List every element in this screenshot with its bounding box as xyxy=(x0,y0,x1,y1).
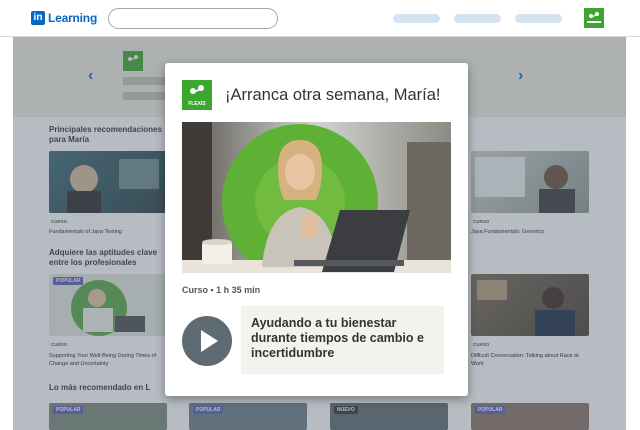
logo-wordmark: Learning xyxy=(48,11,98,25)
linkedin-in-icon: in xyxy=(31,11,45,25)
top-navigation-bar: in Learning xyxy=(0,0,640,37)
flexis-logo-icon[interactable] xyxy=(584,8,604,28)
nav-item-3[interactable] xyxy=(515,14,562,23)
course-meta: Curso • 1 h 35 min xyxy=(182,285,261,295)
flexis-logo-text: FLEXIS xyxy=(188,101,206,107)
course-photo xyxy=(182,122,451,273)
course-title-card[interactable]: Ayudando a tu bienestar durante tiempos … xyxy=(241,306,444,374)
flexis-logo-icon: FLEXIS xyxy=(182,80,212,110)
course-hero-image xyxy=(182,122,451,273)
nav-item-1[interactable] xyxy=(393,14,440,23)
modal-headline: ¡Arranca otra semana, María! xyxy=(225,86,441,104)
linkedin-learning-logo[interactable]: in Learning xyxy=(31,11,97,25)
play-icon[interactable] xyxy=(182,316,232,366)
welcome-modal: FLEXIS ¡Arranca otra semana, María! Curs… xyxy=(165,63,468,396)
nav-item-2[interactable] xyxy=(454,14,501,23)
search-input[interactable] xyxy=(108,8,278,29)
